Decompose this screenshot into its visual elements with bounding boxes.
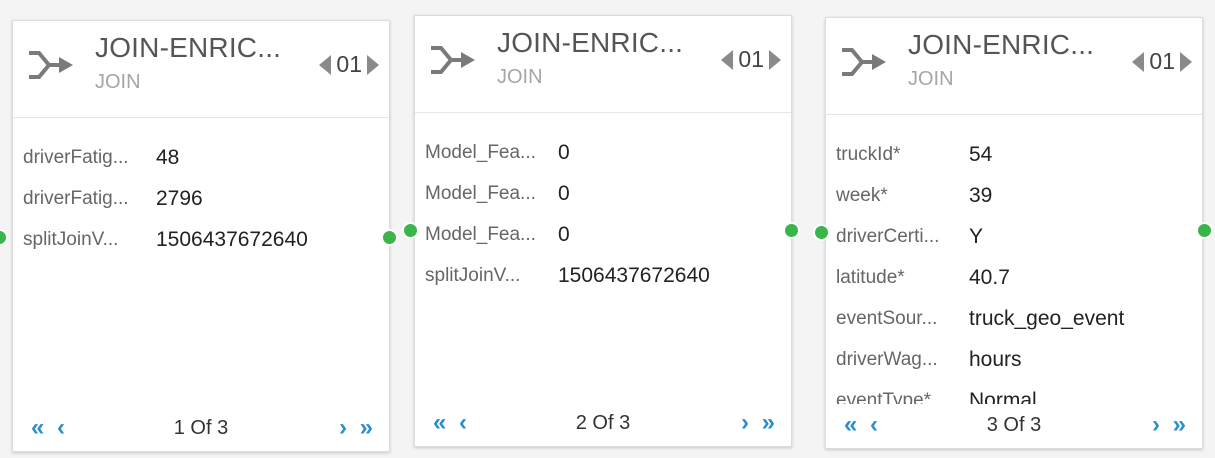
input-port[interactable] — [813, 224, 830, 241]
field-row: driverWag... hours — [826, 339, 1202, 380]
page-indicator: 3 Of 3 — [986, 414, 1042, 436]
field-list: Model_Fea... 0 Model_Fea... 0 Model_Fea.… — [415, 132, 791, 402]
field-key: Model_Fea... — [425, 141, 536, 163]
prev-version-icon[interactable] — [319, 54, 332, 75]
field-value: 48 — [156, 145, 180, 169]
join-node-card-3[interactable]: JOIN-ENRIC... JOIN 01 truckId* 54 week* … — [825, 17, 1203, 449]
node-title: JOIN-ENRIC... — [908, 29, 1095, 60]
node-title: JOIN-ENRIC... — [95, 32, 282, 63]
version-number: 01 — [1149, 48, 1175, 74]
node-header: JOIN-ENRIC... JOIN 01 — [415, 16, 791, 113]
field-row: latitude* 40.7 — [826, 257, 1202, 298]
field-value: hours — [969, 347, 1022, 371]
next-version-icon[interactable] — [1180, 51, 1192, 72]
field-value: Y — [969, 224, 984, 248]
pagination: « ‹ 3 Of 3 › » — [826, 404, 1202, 448]
field-key: splitJoinV... — [425, 264, 521, 286]
field-list: driverFatig... 48 driverFatig... 2796 sp… — [13, 137, 389, 407]
field-key: eventSour... — [836, 307, 938, 329]
join-node-card-1[interactable]: JOIN-ENRIC... JOIN 01 driverFatig... 48 … — [12, 20, 390, 452]
pagination: « ‹ 2 Of 3 › » — [415, 402, 791, 446]
join-arrow-icon — [431, 46, 475, 74]
output-port[interactable] — [381, 229, 398, 246]
node-type: JOIN — [95, 71, 141, 93]
field-list: truckId* 54 week* 39 driverCerti... Y la… — [826, 134, 1202, 405]
node-header: JOIN-ENRIC... JOIN 01 — [13, 21, 389, 118]
node-type: JOIN — [908, 68, 954, 90]
field-key: eventType* — [836, 389, 932, 405]
field-value: 1506437672640 — [156, 227, 308, 251]
field-row: splitJoinV... 1506437672640 — [415, 255, 791, 296]
field-value: 39 — [969, 183, 993, 207]
field-key: truckId* — [836, 143, 901, 165]
field-value: 1506437672640 — [558, 263, 710, 287]
field-value: 54 — [969, 142, 993, 166]
input-port[interactable] — [402, 222, 419, 239]
field-row: driverFatig... 2796 — [13, 178, 389, 219]
field-key: driverWag... — [836, 348, 938, 370]
field-key: Model_Fea... — [425, 182, 536, 204]
version-selector: 01 — [319, 51, 379, 78]
field-value: 2796 — [156, 186, 203, 210]
version-number: 01 — [738, 46, 764, 72]
pagination: « ‹ 1 Of 3 › » — [13, 407, 389, 451]
field-value: 0 — [558, 222, 570, 246]
next-version-icon[interactable] — [769, 49, 781, 70]
field-key: driverFatig... — [23, 146, 129, 168]
output-port[interactable] — [1196, 222, 1213, 239]
page-indicator: 2 Of 3 — [575, 412, 631, 434]
join-arrow-icon — [29, 51, 73, 79]
page-indicator: 1 Of 3 — [173, 417, 229, 439]
field-value: truck_geo_event — [969, 306, 1125, 330]
field-key: Model_Fea... — [425, 223, 536, 245]
field-row: truckId* 54 — [826, 134, 1202, 175]
last-page-button[interactable]: » — [762, 410, 775, 436]
field-row: driverCerti... Y — [826, 216, 1202, 257]
field-key: splitJoinV... — [23, 228, 119, 250]
field-row: splitJoinV... 1506437672640 — [13, 219, 389, 260]
prev-version-icon[interactable] — [721, 49, 734, 70]
next-page-button[interactable]: › — [1152, 412, 1160, 438]
node-title: JOIN-ENRIC... — [497, 27, 684, 58]
next-page-button[interactable]: › — [339, 415, 347, 441]
field-row: eventType* Normal — [826, 380, 1202, 405]
field-value: Normal — [969, 388, 1037, 405]
field-row: Model_Fea... 0 — [415, 132, 791, 173]
node-type: JOIN — [497, 66, 543, 88]
field-value: 0 — [558, 181, 570, 205]
field-row: week* 39 — [826, 175, 1202, 216]
next-version-icon[interactable] — [367, 54, 379, 75]
last-page-button[interactable]: » — [1173, 412, 1186, 438]
version-selector: 01 — [1132, 48, 1192, 75]
field-row: Model_Fea... 0 — [415, 214, 791, 255]
join-arrow-icon — [842, 48, 886, 76]
join-node-card-2[interactable]: JOIN-ENRIC... JOIN 01 Model_Fea... 0 Mod… — [414, 15, 792, 447]
next-page-button[interactable]: › — [741, 410, 749, 436]
field-key: week* — [836, 184, 888, 206]
output-port[interactable] — [783, 222, 800, 239]
field-row: driverFatig... 48 — [13, 137, 389, 178]
field-key: driverCerti... — [836, 225, 940, 247]
version-selector: 01 — [721, 46, 781, 73]
field-key: latitude* — [836, 266, 905, 288]
field-row: Model_Fea... 0 — [415, 173, 791, 214]
input-port[interactable] — [0, 229, 8, 246]
node-header: JOIN-ENRIC... JOIN 01 — [826, 18, 1202, 115]
field-value: 0 — [558, 140, 570, 164]
version-number: 01 — [336, 51, 362, 77]
field-key: driverFatig... — [23, 187, 129, 209]
field-value: 40.7 — [969, 265, 1010, 289]
field-row: eventSour... truck_geo_event — [826, 298, 1202, 339]
last-page-button[interactable]: » — [360, 415, 373, 441]
prev-version-icon[interactable] — [1132, 51, 1145, 72]
